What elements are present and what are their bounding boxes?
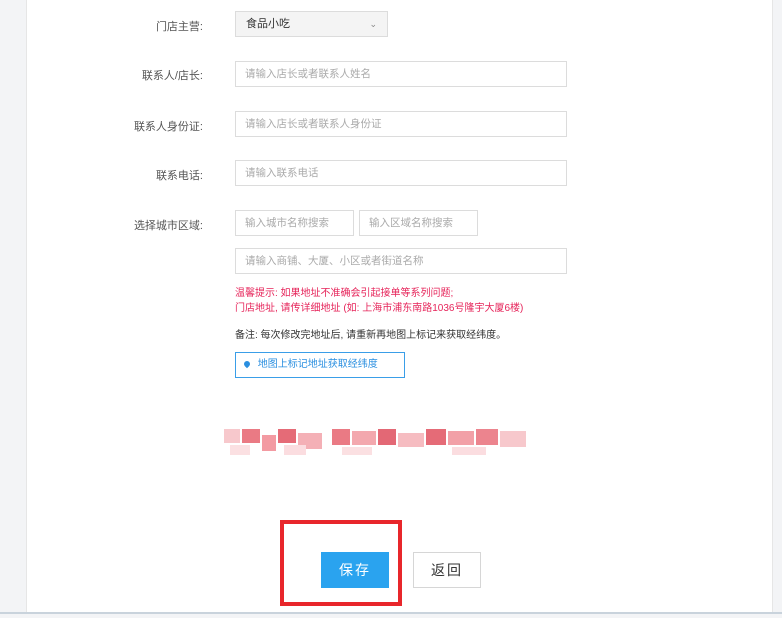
city-search-input[interactable] [235,210,354,236]
back-button[interactable]: 返回 [413,552,481,588]
divider [0,612,782,614]
address-input[interactable] [235,248,567,274]
contact-label: 联系人/店长: [141,70,203,82]
phone-label: 联系电话: [155,170,203,182]
pixelated-text-left [224,425,324,457]
contact-name-input[interactable] [235,61,567,87]
main-business-select[interactable]: 食品小吃 ⌄ [235,11,388,37]
main-business-value: 食品小吃 [246,18,290,30]
idcard-label: 联系人身份证: [133,121,203,133]
area-search-input[interactable] [359,210,478,236]
map-mark-button-label: 地图上标记地址获取经纬度 [257,359,378,370]
main-business-label: 门店主营: [155,21,203,33]
warning-line-1: 温馨提示: 如果地址不准确会引起接单等系列问题; [235,288,454,299]
pixelated-text-right [332,425,528,457]
map-pin-icon [242,359,252,369]
save-button[interactable]: 保存 [321,552,389,588]
idcard-input[interactable] [235,111,567,137]
city-area-label: 选择城市区域: [133,220,203,232]
phone-input[interactable] [235,160,567,186]
warning-line-2: 门店地址, 请传详细地址 (如: 上海市浦东南路1036号隆宇大厦6楼) [235,303,524,314]
address-note: 备注: 每次修改完地址后, 请重新再地图上标记来获取经纬度。 [235,330,507,341]
chevron-down-icon: ⌄ [369,19,377,29]
map-mark-button[interactable]: 地图上标记地址获取经纬度 [235,352,405,378]
